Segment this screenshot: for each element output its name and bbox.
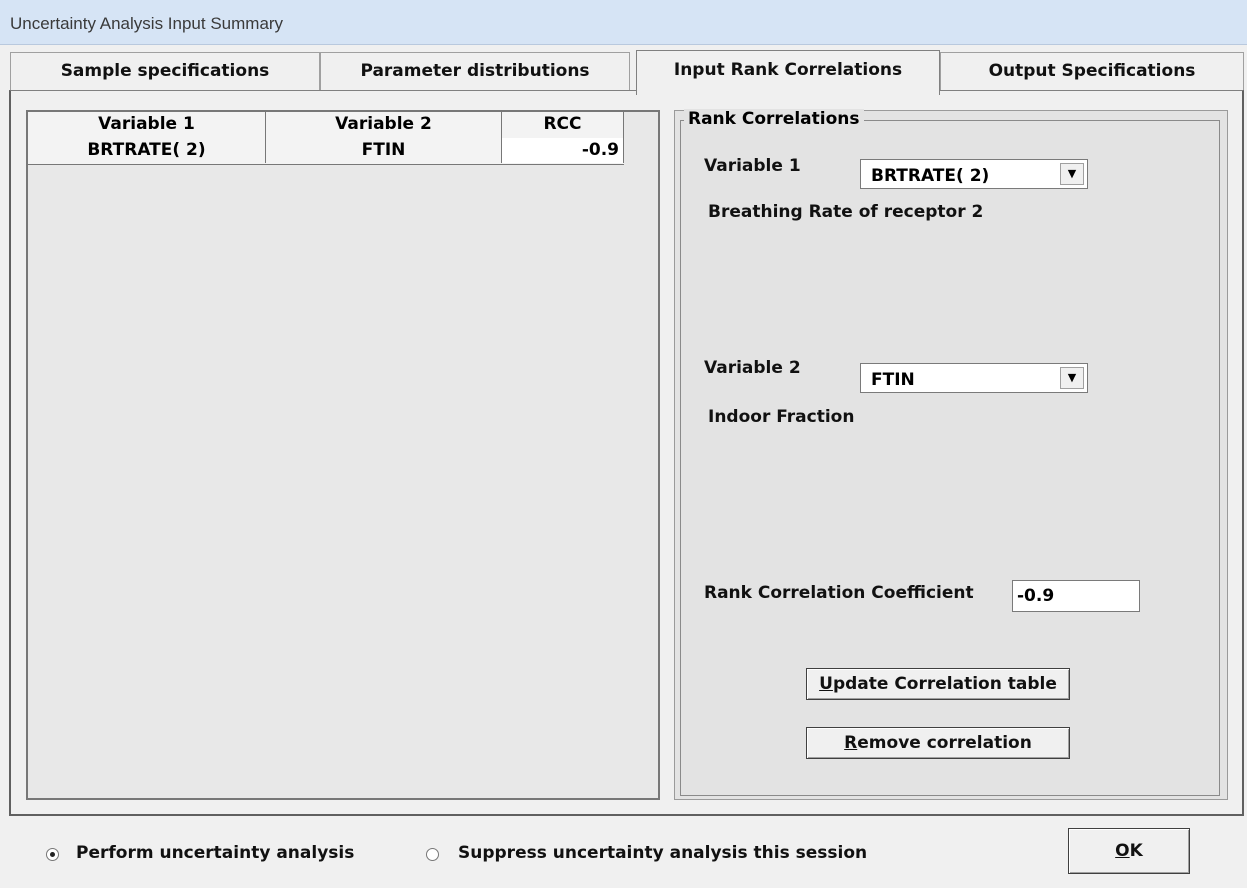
tab-label: Input Rank Correlations bbox=[673, 60, 903, 80]
column-header-variable-1[interactable]: Variable 1 bbox=[28, 112, 266, 138]
table-row[interactable]: BRTRATE( 2) FTIN -0.9 bbox=[28, 138, 624, 165]
cell-variable-2[interactable]: FTIN bbox=[266, 138, 502, 163]
cell-variable-1[interactable]: BRTRATE( 2) bbox=[28, 138, 266, 163]
tab-output-specifications[interactable]: Output Specifications bbox=[940, 52, 1244, 90]
ok-button[interactable]: OK bbox=[1068, 828, 1190, 874]
remove-mnemonic: R bbox=[844, 733, 858, 753]
variable-2-selected: FTIN bbox=[871, 370, 915, 390]
title-bar: Uncertainty Analysis Input Summary bbox=[0, 0, 1247, 45]
variable-1-label: Variable 1 bbox=[704, 156, 801, 176]
correlation-grid[interactable]: Variable 1 Variable 2 RCC BRTRATE( 2) FT… bbox=[26, 110, 660, 800]
tab-label: Output Specifications bbox=[988, 61, 1196, 81]
update-correlation-table-button[interactable]: Update Correlation table bbox=[806, 668, 1070, 700]
tab-input-rank-correlations[interactable]: Input Rank Correlations bbox=[636, 50, 940, 95]
variable-2-label: Variable 2 bbox=[704, 358, 801, 378]
suppress-uncertainty-radio[interactable] bbox=[426, 848, 439, 861]
variable-2-dropdown[interactable]: FTIN ▼ bbox=[860, 363, 1088, 393]
ok-label: K bbox=[1129, 841, 1143, 861]
rank-correlations-legend: Rank Correlations bbox=[684, 109, 864, 129]
ok-mnemonic: O bbox=[1115, 841, 1130, 861]
column-header-rcc[interactable]: RCC bbox=[502, 112, 624, 138]
remove-correlation-button[interactable]: Remove correlation bbox=[806, 727, 1070, 759]
variable-2-description: Indoor Fraction bbox=[708, 407, 855, 427]
window-title: Uncertainty Analysis Input Summary bbox=[10, 14, 284, 33]
chevron-down-icon[interactable]: ▼ bbox=[1060, 367, 1084, 389]
grid-header: Variable 1 Variable 2 RCC bbox=[28, 112, 624, 139]
suppress-uncertainty-label[interactable]: Suppress uncertainty analysis this sessi… bbox=[458, 843, 867, 863]
tab-label: Sample specifications bbox=[60, 61, 270, 81]
rank-correlation-coefficient-input[interactable] bbox=[1012, 580, 1140, 612]
perform-uncertainty-label[interactable]: Perform uncertainty analysis bbox=[76, 843, 354, 863]
rank-correlation-coefficient-label: Rank Correlation Coefficient bbox=[704, 583, 974, 603]
cell-rcc[interactable]: -0.9 bbox=[502, 138, 624, 163]
chevron-down-icon[interactable]: ▼ bbox=[1060, 163, 1084, 185]
remove-label: emove correlation bbox=[857, 733, 1032, 753]
tab-sample-specifications[interactable]: Sample specifications bbox=[10, 52, 320, 90]
rcc-value[interactable] bbox=[1013, 581, 1139, 611]
update-mnemonic: U bbox=[819, 674, 833, 694]
column-header-variable-2[interactable]: Variable 2 bbox=[266, 112, 502, 138]
variable-1-description: Breathing Rate of receptor 2 bbox=[708, 202, 984, 222]
update-label: pdate Correlation table bbox=[832, 674, 1057, 694]
tab-parameter-distributions[interactable]: Parameter distributions bbox=[320, 52, 630, 90]
variable-1-dropdown[interactable]: BRTRATE( 2) ▼ bbox=[860, 159, 1088, 189]
perform-uncertainty-radio[interactable] bbox=[46, 848, 59, 861]
variable-1-selected: BRTRATE( 2) bbox=[871, 166, 990, 186]
tab-label: Parameter distributions bbox=[360, 61, 590, 81]
